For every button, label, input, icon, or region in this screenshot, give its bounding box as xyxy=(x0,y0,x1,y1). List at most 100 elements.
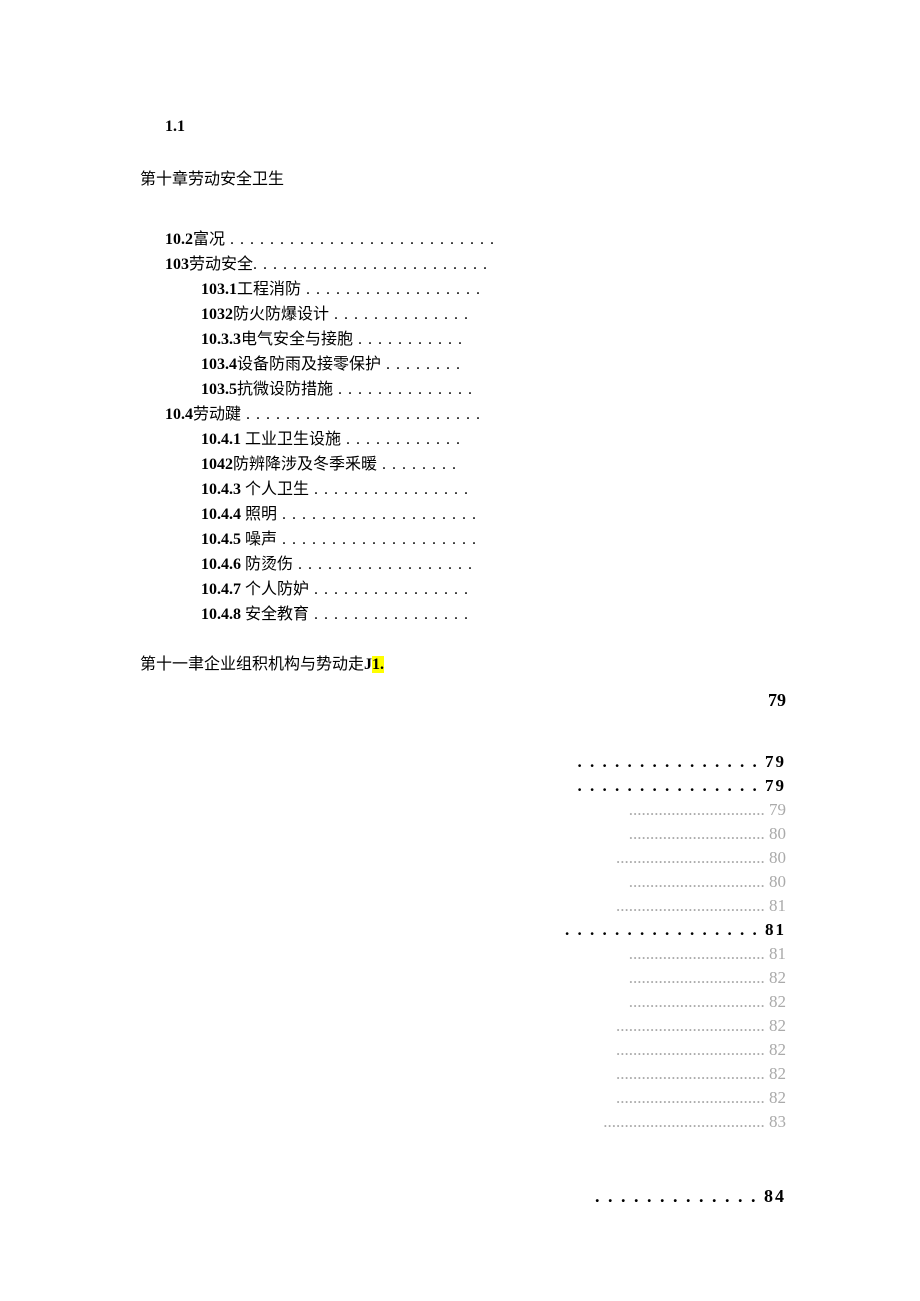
toc-dots: . . . . . . . . . . . . . . xyxy=(333,381,473,398)
toc-dots: . . . . . . . . . . . . . . . . . . xyxy=(293,556,473,573)
toc-row: 103.1工程消防 . . . . . . . . . . . . . . . … xyxy=(165,277,445,302)
page-line: ................................... 82 xyxy=(565,1062,786,1086)
page-line: ................................... 82 xyxy=(565,1014,786,1038)
toc-number: 103.5 xyxy=(201,381,237,398)
toc-dots: . . . . . . . . . . . . . . . . . . . . xyxy=(277,531,477,548)
page-number-list: . . . . . . . . . . . . . . . 79. . . . … xyxy=(565,750,786,1134)
page-line: ................................... 80 xyxy=(565,846,786,870)
toc-list: 10.2富况 . . . . . . . . . . . . . . . . .… xyxy=(165,227,445,627)
page-number: 82 xyxy=(765,1016,786,1035)
page-dots: ...................................... xyxy=(603,1112,765,1131)
toc-label: 个人防妒 xyxy=(241,581,309,598)
page-line: ................................... 81 xyxy=(565,894,786,918)
toc-number: 10.4 xyxy=(165,406,193,423)
final-dots: . . . . . . . . . . . . . xyxy=(595,1186,758,1206)
page-dots: . . . . . . . . . . . . . . . xyxy=(578,776,759,795)
toc-number: 10.4.3 xyxy=(201,481,241,498)
toc-label: 照明 xyxy=(241,506,277,523)
toc-row: 10.4.6 防烫伤 . . . . . . . . . . . . . . .… xyxy=(165,552,445,577)
toc-row: 1042防辨降涉及冬季釆暖 . . . . . . . . xyxy=(165,452,445,477)
page-number: 82 xyxy=(765,1088,786,1107)
final-page-number: 84 xyxy=(758,1186,787,1206)
toc-label: 电气安全与接胞 xyxy=(241,331,353,348)
toc-dots: . . . . . . . . . . . . . . . . . . . . … xyxy=(241,406,481,423)
page-number-top: 79 xyxy=(768,690,786,711)
page-number: 80 xyxy=(765,824,786,843)
toc-dots: . . . . . . . . . . . . . . . . . . . . … xyxy=(253,256,488,273)
toc-label: 抗微设防措施 xyxy=(237,381,333,398)
toc-number: 10.4.4 xyxy=(201,506,241,523)
page-dots: ................................ xyxy=(629,872,765,891)
toc-row: 10.4.4 照明 . . . . . . . . . . . . . . . … xyxy=(165,502,445,527)
toc-label: 个人卫生 xyxy=(241,481,309,498)
toc-number: 103 xyxy=(165,256,189,273)
page-number: 81 xyxy=(765,896,786,915)
page-dots: ................................ xyxy=(629,944,765,963)
page-number: 82 xyxy=(765,1040,786,1059)
page-number: 81 xyxy=(759,920,786,939)
page-number: 82 xyxy=(765,992,786,1011)
toc-number: 10.2 xyxy=(165,231,193,248)
toc-label: 富况 xyxy=(193,231,225,248)
toc-row: 10.4.7 个人防妒 . . . . . . . . . . . . . . … xyxy=(165,577,445,602)
toc-label: 工程消防 xyxy=(237,281,301,298)
page-dots: ................................... xyxy=(616,896,765,915)
toc-label: 劳动踺 xyxy=(193,406,241,423)
final-page-line: . . . . . . . . . . . . . 84 xyxy=(595,1186,786,1207)
toc-dots: . . . . . . . . . . . . xyxy=(341,431,461,448)
toc-row: 10.4.8 安全教育 . . . . . . . . . . . . . . … xyxy=(165,602,445,627)
toc-number: 103.1 xyxy=(201,281,237,298)
chapter-11-highlight: 1. xyxy=(372,656,384,673)
chapter-10-title: 第十章劳动安全卫生 xyxy=(140,165,284,189)
page-dots: ................................... xyxy=(616,1040,765,1059)
page-number: 80 xyxy=(765,872,786,891)
toc-number: 10.3.3 xyxy=(201,331,241,348)
page-line: ................................ 80 xyxy=(565,870,786,894)
page-number: 79 xyxy=(765,800,786,819)
toc-number: 1032 xyxy=(201,306,233,323)
page-number: 82 xyxy=(765,968,786,987)
page-dots: ................................ xyxy=(629,800,765,819)
toc-row: 10.4.5 噪声 . . . . . . . . . . . . . . . … xyxy=(165,527,445,552)
toc-row: 10.4.1 工业卫生设施 . . . . . . . . . . . . xyxy=(165,427,445,452)
page-dots: ................................... xyxy=(616,1088,765,1107)
toc-number: 10.4.7 xyxy=(201,581,241,598)
page-dots: ................................ xyxy=(629,968,765,987)
toc-number: 103.4 xyxy=(201,356,237,373)
toc-number: 10.4.1 xyxy=(201,431,241,448)
page-dots: . . . . . . . . . . . . . . . . xyxy=(565,920,759,939)
page-number: 80 xyxy=(765,848,786,867)
toc-label: 劳动安全 xyxy=(189,256,253,273)
page-line: . . . . . . . . . . . . . . . . 81 xyxy=(565,918,786,942)
toc-number: 10.4.8 xyxy=(201,606,241,623)
page-number: 82 xyxy=(765,1064,786,1083)
toc-dots: . . . . . . . . . . . . . . . . xyxy=(309,606,469,623)
page-number: 83 xyxy=(765,1112,786,1131)
page-line: . . . . . . . . . . . . . . . 79 xyxy=(565,774,786,798)
section-number: 1.1 xyxy=(165,118,185,136)
toc-row: 1032防火防爆设计 . . . . . . . . . . . . . . xyxy=(165,302,445,327)
page-dots: ................................ xyxy=(629,992,765,1011)
toc-dots: . . . . . . . . . . . . . . . . xyxy=(309,581,469,598)
page-line: ................................... 82 xyxy=(565,1038,786,1062)
toc-label: 防烫伤 xyxy=(241,556,293,573)
page-number: 81 xyxy=(765,944,786,963)
toc-row: 103.5抗微设防措施 . . . . . . . . . . . . . . xyxy=(165,377,445,402)
page-line: ................................ 82 xyxy=(565,990,786,1014)
page-number: 79 xyxy=(759,776,786,795)
chapter-11-prefix: 第十一聿企业组积机构与势动走 xyxy=(140,656,364,673)
toc-label: 噪声 xyxy=(241,531,277,548)
page-line: ................................ 79 xyxy=(565,798,786,822)
chapter-11-title: 第十一聿企业组积机构与势动走J1. xyxy=(140,650,384,674)
chapter-11-j: J xyxy=(364,656,372,673)
page-dots: . . . . . . . . . . . . . . . xyxy=(578,752,759,771)
page-dots: ................................ xyxy=(629,824,765,843)
toc-dots: . . . . . . . . . . . . . . xyxy=(329,306,469,323)
page-dots: ................................... xyxy=(616,1064,765,1083)
page-line: ................................ 80 xyxy=(565,822,786,846)
toc-label: 安全教育 xyxy=(241,606,309,623)
page-line: ................................... 82 xyxy=(565,1086,786,1110)
toc-number: 10.4.6 xyxy=(201,556,241,573)
toc-number: 1042 xyxy=(201,456,233,473)
page-dots: ................................... xyxy=(616,1016,765,1035)
